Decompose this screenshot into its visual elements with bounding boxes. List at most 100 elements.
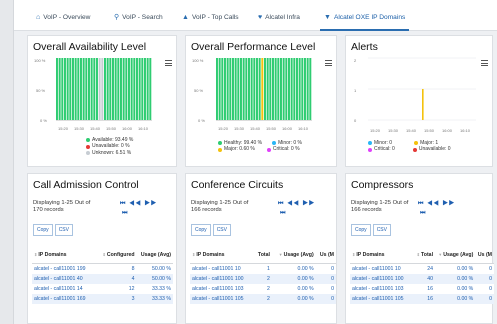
y-tick: 0 %: [40, 118, 47, 123]
column-header[interactable]: Us (M: [475, 246, 494, 264]
y-tick: 2: [354, 58, 357, 63]
csv-button[interactable]: CSV: [372, 224, 391, 236]
copy-button[interactable]: Copy: [351, 224, 371, 236]
cell[interactable]: alcatel - call11001 103: [350, 284, 414, 294]
y-tick: 50 %: [194, 88, 204, 93]
legend-swatch: [368, 141, 372, 146]
bar-available: [144, 58, 146, 120]
cell[interactable]: alcatel - call11001 14: [32, 284, 98, 294]
csv-button[interactable]: CSV: [212, 224, 231, 236]
cell[interactable]: alcatel - call11001 199: [32, 263, 98, 274]
table-row[interactable]: alcatel - call11001 103 2 0.00 % 0: [190, 284, 336, 294]
left-gutter: [0, 0, 14, 324]
cell[interactable]: alcatel - call11001 10: [190, 263, 254, 274]
conference-table: ⇕IP Domains Total ▼Usage (Avg) Us (M alc…: [190, 246, 336, 304]
pagination-controls[interactable]: ⏮ ◀◀ ▶▶: [120, 201, 157, 208]
bar-healthy: [216, 58, 218, 120]
bar-available: [104, 58, 106, 120]
cell[interactable]: alcatel - call11001 40: [32, 274, 98, 284]
call-admission-control-panel: Call Admission Control Displaying 1-25 O…: [27, 173, 177, 324]
last-page-button[interactable]: ⏭: [420, 210, 425, 217]
table-row[interactable]: alcatel - call11001 199 8 50.00 %: [32, 263, 173, 274]
bar-healthy: [242, 58, 245, 120]
availability-panel: Overall Availability Level 100 % 50 % 0 …: [27, 35, 177, 167]
tab-voip-search[interactable]: ⚲ VoIP - Search: [114, 8, 163, 26]
bar-healthy: [218, 58, 221, 120]
column-header[interactable]: ⇕IP Domains: [350, 246, 414, 264]
last-page-button[interactable]: ⏭: [280, 210, 285, 217]
table-row[interactable]: alcatel - call11001 105 2 0.00 % 0: [190, 294, 336, 304]
bar-available: [125, 58, 128, 120]
column-header[interactable]: Usage (Avg): [136, 246, 173, 264]
tab-voip-top-calls[interactable]: ▲ VoIP - Top Calls: [182, 8, 239, 26]
table-row[interactable]: alcatel - call11001 103 16 0.00 % 0: [350, 284, 494, 294]
search-icon: ⚲: [114, 14, 120, 21]
tab-alcatel-infra[interactable]: ♥ Alcatel Infra: [258, 8, 300, 26]
tab-alcatel-oxe-ip-domains[interactable]: ▼ Alcatel OXE IP Domains: [319, 8, 410, 31]
last-page-button[interactable]: ⏭: [122, 210, 127, 217]
legend-label: Critical: 0 %: [272, 146, 300, 153]
bar-healthy: [296, 58, 298, 120]
pagination-controls[interactable]: ⏮ ◀◀ ▶▶: [278, 201, 315, 208]
bar-healthy: [221, 58, 224, 120]
cell: 16: [414, 294, 436, 304]
x-tick: 15:40: [250, 126, 261, 131]
column-header[interactable]: ⇕IP Domains: [190, 246, 254, 264]
cell[interactable]: alcatel - call11001 105: [350, 294, 414, 304]
column-header[interactable]: ⇕Total: [414, 246, 436, 264]
cell: 12: [98, 284, 137, 294]
bar-healthy: [306, 58, 309, 120]
table-row[interactable]: alcatel - call11001 14 12 33.33 %: [32, 284, 173, 294]
x-tick: 15:40: [406, 128, 417, 133]
bar-available: [80, 58, 82, 120]
cell[interactable]: alcatel - call11001 105: [190, 294, 254, 304]
filter-icon: ▼: [324, 13, 331, 21]
bar-available: [141, 58, 144, 120]
bar-available: [130, 58, 133, 120]
copy-button[interactable]: Copy: [191, 224, 211, 236]
x-tick: 15:50: [424, 128, 435, 133]
column-header[interactable]: Total: [254, 246, 272, 264]
cell[interactable]: alcatel - call11001 169: [32, 294, 98, 304]
csv-button[interactable]: CSV: [54, 224, 73, 236]
cell: 2: [254, 274, 272, 284]
copy-button[interactable]: Copy: [33, 224, 53, 236]
legend-item: Unavailable: 0: [412, 146, 451, 152]
table-row[interactable]: alcatel - call11001 10 24 0.00 % 0: [350, 263, 494, 274]
tab-voip-overview[interactable]: ⌂ VoIP - Overview: [36, 8, 90, 26]
table-row[interactable]: alcatel - call11001 169 3 33.33 %: [32, 294, 173, 304]
tab-bar: ⌂ VoIP - Overview ⚲ VoIP - Search ▲ VoIP…: [14, 0, 497, 31]
cell[interactable]: alcatel - call11001 100: [350, 274, 414, 284]
column-header[interactable]: ⇕IP Domains: [32, 246, 98, 264]
bar-healthy: [282, 58, 285, 120]
cell: 2: [254, 294, 272, 304]
cell: 0: [475, 294, 494, 304]
column-header[interactable]: ▼Usage (Avg): [271, 246, 316, 264]
bar-available: [72, 58, 74, 120]
table-row[interactable]: alcatel - call11001 105 16 0.00 % 0: [350, 294, 494, 304]
legend-swatch: [266, 147, 271, 152]
bar-available: [120, 58, 122, 120]
table-row[interactable]: alcatel - call11001 100 40 0.00 % 0: [350, 274, 494, 284]
bar-available: [146, 58, 149, 120]
x-tick: 15:20: [218, 126, 229, 131]
table-row[interactable]: alcatel - call11001 40 4 50.00 %: [32, 274, 173, 284]
column-header[interactable]: ▼Usage (Avg): [435, 246, 476, 264]
column-header[interactable]: Us (M: [315, 246, 336, 264]
bar-available: [77, 58, 80, 120]
table-row[interactable]: alcatel - call11001 100 2 0.00 % 0: [190, 274, 336, 284]
bar-available: [93, 58, 96, 120]
bar-healthy: [264, 58, 266, 120]
availability-legend: Available: 93.49 % Unavailable: 0 % Unkn…: [86, 137, 133, 156]
bar-healthy: [226, 58, 229, 120]
bar-healthy: [309, 58, 312, 120]
cell[interactable]: alcatel - call11001 10: [350, 263, 414, 274]
bar-available: [96, 58, 98, 120]
table-row[interactable]: alcatel - call11001 10 1 0.00 % 0: [190, 263, 336, 274]
pagination-controls[interactable]: ⏮ ◀◀ ▶▶: [418, 201, 455, 208]
cell[interactable]: alcatel - call11001 103: [190, 284, 254, 294]
cell[interactable]: alcatel - call11001 100: [190, 274, 254, 284]
bar-healthy: [293, 58, 296, 120]
column-header[interactable]: ⇕Configured: [98, 246, 137, 264]
cac-table: ⇕IP Domains ⇕Configured Usage (Avg) alca…: [32, 246, 173, 304]
